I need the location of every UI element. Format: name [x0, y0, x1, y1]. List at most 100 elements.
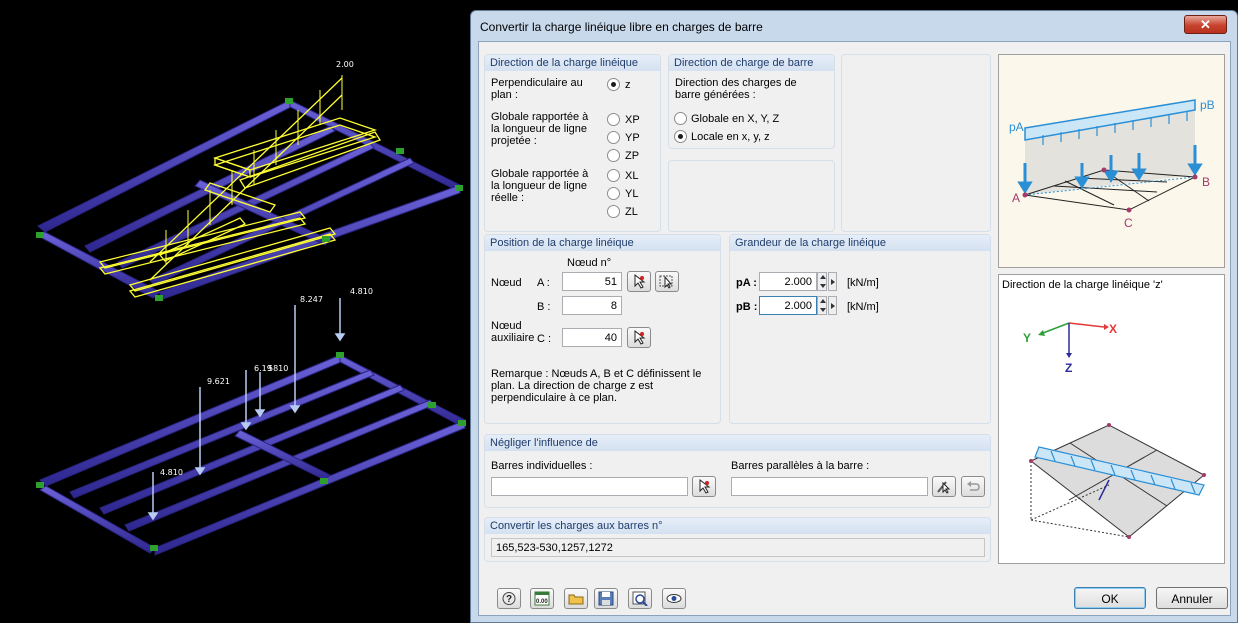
- radio-zl-label: ZL: [625, 206, 638, 218]
- result-label-1: 8.247: [300, 295, 323, 304]
- group-direction-charge: Direction de la charge linéique Perpendi…: [484, 54, 661, 232]
- pb-menu-button[interactable]: [828, 296, 837, 315]
- convert-load-dialog: Convertir la charge linéique libre en ch…: [470, 10, 1238, 623]
- paral-label: Barres parallèles à la barre :: [731, 460, 870, 472]
- save-button[interactable]: [594, 588, 618, 609]
- radio-zp-label: ZP: [625, 150, 640, 162]
- a-diagram-label: A: [1012, 191, 1020, 205]
- parallel-pick-icon: [937, 481, 951, 494]
- node-col-header: Nœud n°: [567, 257, 612, 269]
- node-label: Nœud: [491, 277, 522, 289]
- zoom-button[interactable]: [628, 588, 652, 609]
- group-header: Position de la charge linéique: [485, 235, 720, 251]
- radio-zp[interactable]: [607, 149, 620, 162]
- remark-text: Remarque : Nœuds A, B et C définissent l…: [491, 368, 702, 404]
- radio-yl[interactable]: [607, 187, 620, 200]
- pa-menu-button[interactable]: [828, 272, 837, 291]
- node-c-label: C :: [537, 333, 552, 345]
- dialog-client: Direction de la charge linéique Perpendi…: [478, 41, 1231, 616]
- node-a-label: A :: [537, 277, 550, 289]
- radio-yp[interactable]: [607, 131, 620, 144]
- ok-button[interactable]: OK: [1074, 587, 1146, 609]
- undo-icon: [967, 481, 980, 491]
- group-header: Négliger l'influence de: [485, 435, 990, 451]
- radio-global-label: Globale en X, Y, Z: [691, 113, 780, 125]
- open-icon: [568, 594, 584, 605]
- structure-view: 2.00 8.247 4.810 9.621 6.19 5810 4.810: [36, 60, 466, 556]
- undo-button[interactable]: [961, 476, 985, 497]
- indiv-input[interactable]: [491, 477, 688, 496]
- radio-local[interactable]: [674, 130, 687, 143]
- group-direction-barre: Direction de charge de barre Direction d…: [668, 54, 835, 149]
- pa-diagram-label: pA: [1009, 120, 1024, 134]
- radio-xl[interactable]: [607, 169, 620, 182]
- group-negliger: Négliger l'influence de Barres individue…: [484, 434, 991, 508]
- b-diagram-label: B: [1202, 175, 1210, 189]
- node-b-input[interactable]: 8: [562, 296, 622, 315]
- pb-diagram-label: pB: [1200, 98, 1215, 112]
- result-label-2: 4.810: [350, 287, 373, 296]
- view-button[interactable]: [662, 588, 686, 609]
- glob-reel-label: Globale rapportée à la longueur de ligne…: [491, 168, 589, 204]
- cursor-pick-icon: [634, 330, 646, 345]
- pa-spinner[interactable]: [817, 272, 827, 291]
- units-icon: 0.00: [534, 591, 550, 606]
- view-icon: [666, 594, 682, 603]
- preview-diagram-loads: pA pB A B C: [998, 54, 1225, 268]
- pb-input[interactable]: 2.000: [759, 296, 817, 315]
- paral-input[interactable]: [731, 477, 928, 496]
- pa-label: pA :: [736, 277, 757, 289]
- group-position: Position de la charge linéique Nœud n° N…: [484, 234, 721, 424]
- pb-spinner[interactable]: [817, 296, 827, 315]
- model-viewport[interactable]: 2.00 8.247 4.810 9.621 6.19 5810 4.810: [0, 0, 470, 623]
- radio-yl-label: YL: [625, 188, 639, 200]
- radio-yp-label: YP: [625, 132, 640, 144]
- empty-panel-right: [841, 54, 991, 232]
- pick-nodes-button[interactable]: [655, 271, 679, 292]
- pick-node-a-button[interactable]: [627, 271, 651, 292]
- convert-members-field[interactable]: 165,523-530,1257,1272: [491, 538, 985, 557]
- pick-node-c-button[interactable]: [627, 327, 651, 348]
- axis-z-label: Z: [1065, 361, 1072, 375]
- radio-z-label: z: [625, 79, 631, 91]
- save-icon: [598, 591, 614, 606]
- close-button[interactable]: ✕: [1184, 15, 1227, 34]
- radio-xp-label: XP: [625, 114, 640, 126]
- pick-members-button[interactable]: [692, 476, 716, 497]
- help-icon: ?: [502, 592, 516, 605]
- glob-proj-label: Globale rapportée à la longueur de ligne…: [491, 111, 589, 147]
- pa-input[interactable]: 2.000: [759, 272, 817, 291]
- result-label-3: 9.621: [207, 377, 230, 386]
- radio-global[interactable]: [674, 112, 687, 125]
- group-grandeur: Grandeur de la charge linéique pA : 2.00…: [729, 234, 991, 424]
- radio-z[interactable]: [607, 78, 620, 91]
- c-diagram-label: C: [1124, 216, 1133, 230]
- cancel-button[interactable]: Annuler: [1156, 587, 1228, 609]
- radio-xp[interactable]: [607, 113, 620, 126]
- title-bar[interactable]: Convertir la charge linéique libre en ch…: [471, 11, 1237, 41]
- perp-label: Perpendiculaire au plan :: [491, 77, 583, 101]
- preview-direction: Direction de la charge linéique 'z' X Y …: [998, 274, 1225, 564]
- group-header: Direction de la charge linéique: [485, 55, 660, 71]
- node-a-input[interactable]: 51: [562, 272, 622, 291]
- pick-parallel-button[interactable]: [932, 476, 956, 497]
- open-button[interactable]: [564, 588, 588, 609]
- bottom-structure: [39, 354, 466, 556]
- node-c-input[interactable]: 40: [562, 328, 622, 347]
- radio-local-label: Locale en x, y, z: [691, 131, 770, 143]
- group-header: Convertir les charges aux barres n°: [485, 518, 990, 534]
- help-button[interactable]: ?: [497, 588, 521, 609]
- group-header: Grandeur de la charge linéique: [730, 235, 990, 251]
- load-plane-diagram: pA pB A B C: [999, 55, 1224, 267]
- axis-y-label: Y: [1023, 331, 1031, 345]
- axis-x-label: X: [1109, 322, 1117, 336]
- cursor-pick-icon: [634, 274, 646, 289]
- radio-zl[interactable]: [607, 205, 620, 218]
- dialog-title: Convertir la charge linéique libre en ch…: [480, 20, 763, 34]
- aux-node-label: Nœud auxiliaire: [491, 320, 535, 344]
- units-button[interactable]: 0.00: [530, 588, 554, 609]
- radio-xl-label: XL: [625, 170, 639, 182]
- top-load-label: 2.00: [336, 60, 354, 69]
- svg-text:?: ?: [506, 594, 512, 605]
- multi-pick-icon: [659, 275, 673, 289]
